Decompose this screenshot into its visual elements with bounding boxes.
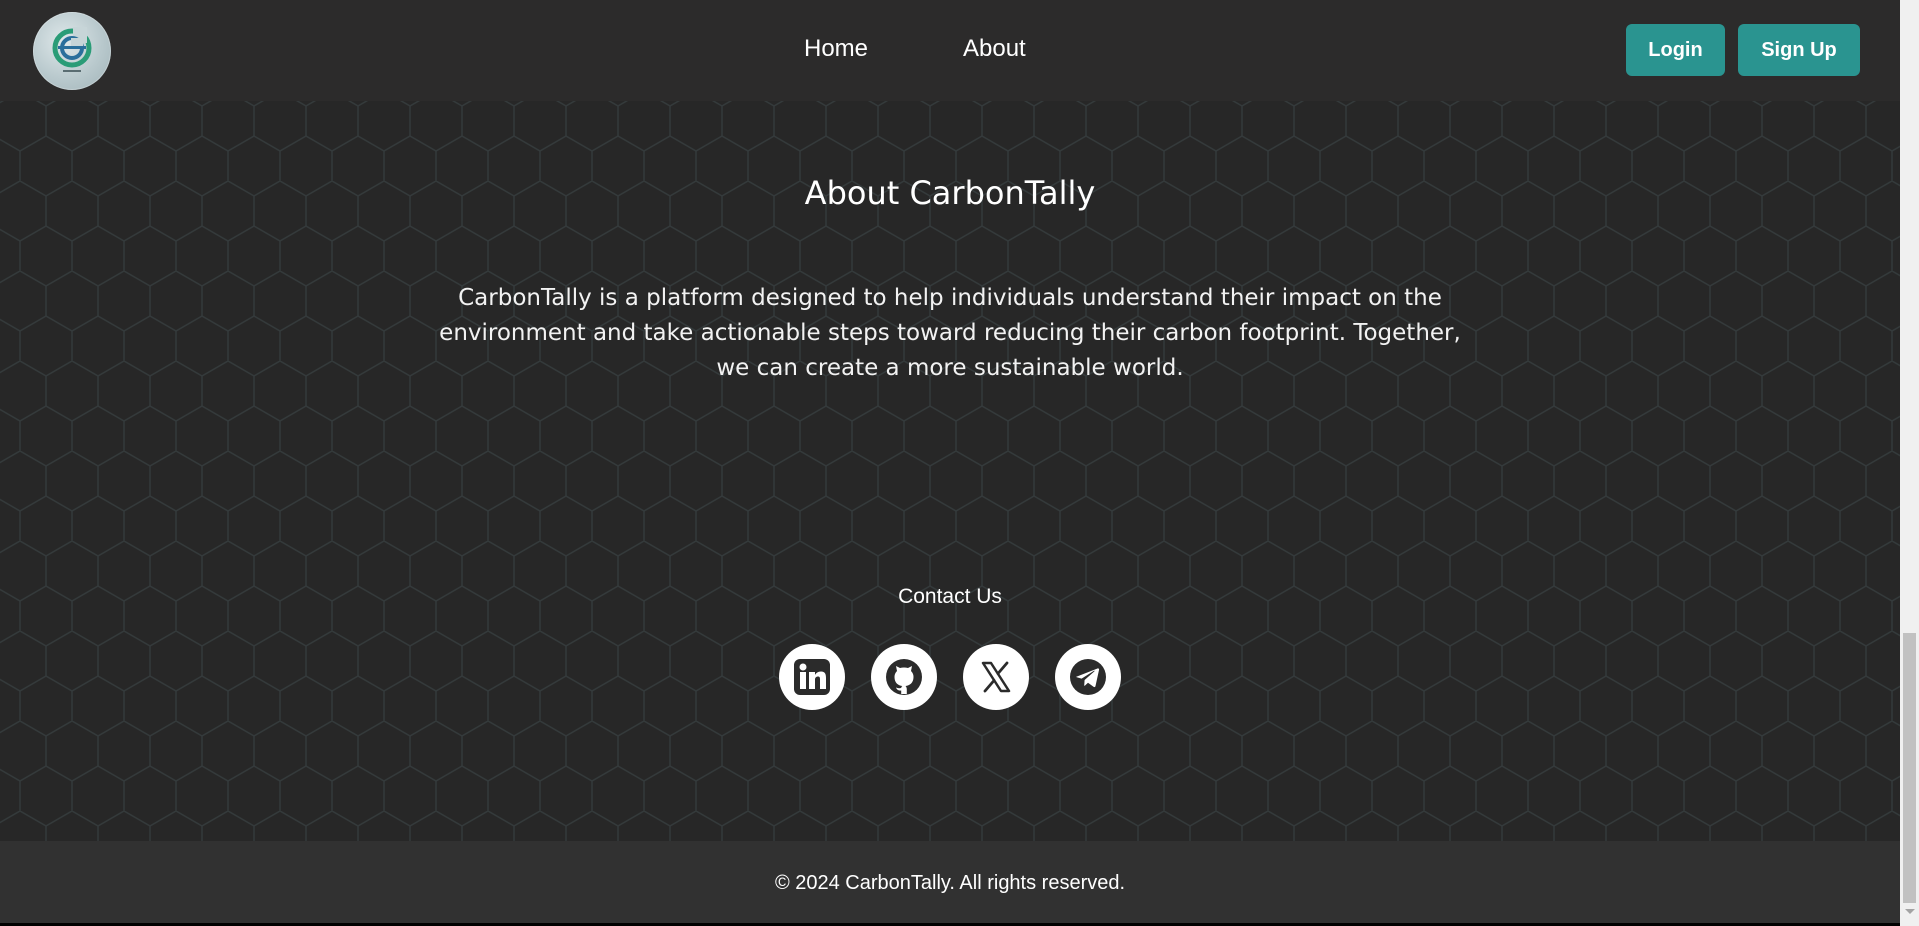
copyright-text: © 2024 CarbonTally. All rights reserved. [774, 872, 1126, 894]
about-paragraph: CarbonTally is a platform designed to he… [439, 285, 1461, 381]
login-button[interactable]: Login [1626, 24, 1725, 76]
nav-about-link[interactable]: About [963, 34, 1026, 64]
scroll-down-arrow-icon[interactable] [1905, 909, 1915, 914]
about-section: About CarbonTally CarbonTally is a platf… [0, 101, 1900, 841]
linkedin-icon [794, 659, 830, 695]
page: Home About Login Sign Up About CarbonTal… [0, 0, 1900, 926]
contact-title: Contact Us [898, 585, 1002, 608]
github-link[interactable] [871, 644, 937, 710]
linkedin-link[interactable] [779, 644, 845, 710]
x-icon [981, 661, 1011, 693]
site-header: Home About Login Sign Up [0, 0, 1900, 101]
site-footer: © 2024 CarbonTally. All rights reserved. [0, 841, 1900, 923]
x-link[interactable] [963, 644, 1029, 710]
signup-button[interactable]: Sign Up [1738, 24, 1860, 76]
telegram-icon [1070, 659, 1106, 695]
github-icon [886, 659, 922, 695]
scrollbar-thumb[interactable] [1903, 633, 1916, 903]
logo-icon [52, 27, 92, 72]
carbontally-logo[interactable] [33, 12, 111, 90]
nav-home-link[interactable]: Home [804, 34, 868, 64]
telegram-link[interactable] [1055, 644, 1121, 710]
vertical-scrollbar[interactable] [1900, 0, 1919, 926]
about-title: About CarbonTally [804, 174, 1096, 212]
